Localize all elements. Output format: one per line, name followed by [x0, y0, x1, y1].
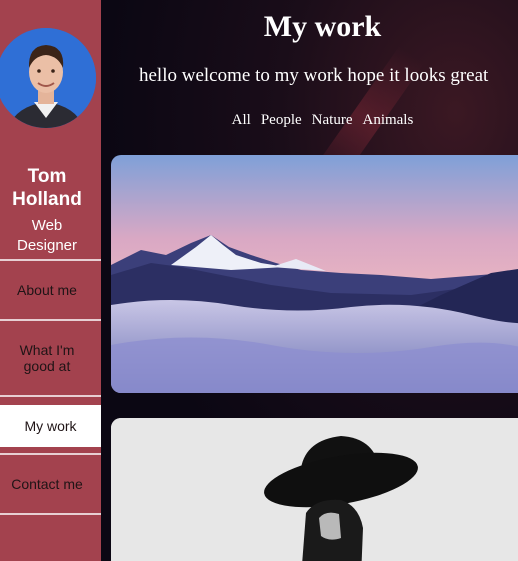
profile-photo [0, 28, 96, 128]
nav-item-what-im-good-at[interactable]: What I'm good at [0, 322, 94, 394]
avatar [0, 28, 96, 128]
profile-name: Tom Holland [12, 166, 82, 210]
nav-item-contact-me[interactable]: Contact me [0, 456, 94, 512]
filter-people[interactable]: People [261, 110, 302, 130]
nav-divider [0, 453, 101, 455]
profile-role: Web Designer [16, 217, 78, 254]
filter-animals[interactable]: Animals [362, 110, 413, 130]
gallery-card-nature[interactable] [111, 155, 518, 393]
nav-item-my-work[interactable]: My work [0, 405, 101, 447]
nav-divider [0, 395, 101, 397]
nav-divider [0, 259, 101, 261]
hat-person-image [111, 418, 518, 561]
filter-bar: All People Nature Animals [101, 110, 518, 130]
nav-divider [0, 513, 101, 515]
page-subtitle: hello welcome to my work hope it looks g… [139, 65, 489, 86]
filter-all[interactable]: All [232, 110, 251, 130]
nav-divider [0, 319, 101, 321]
filter-nature[interactable]: Nature [312, 110, 353, 130]
main-content: My work hello welcome to my work hope it… [101, 0, 518, 561]
gallery-card-people[interactable] [111, 418, 518, 561]
page-title: My work [263, 10, 382, 43]
sidebar: Tom Holland Web Designer About me What I… [0, 0, 101, 561]
nav-item-about-me[interactable]: About me [0, 262, 94, 318]
mountain-image [111, 155, 518, 393]
